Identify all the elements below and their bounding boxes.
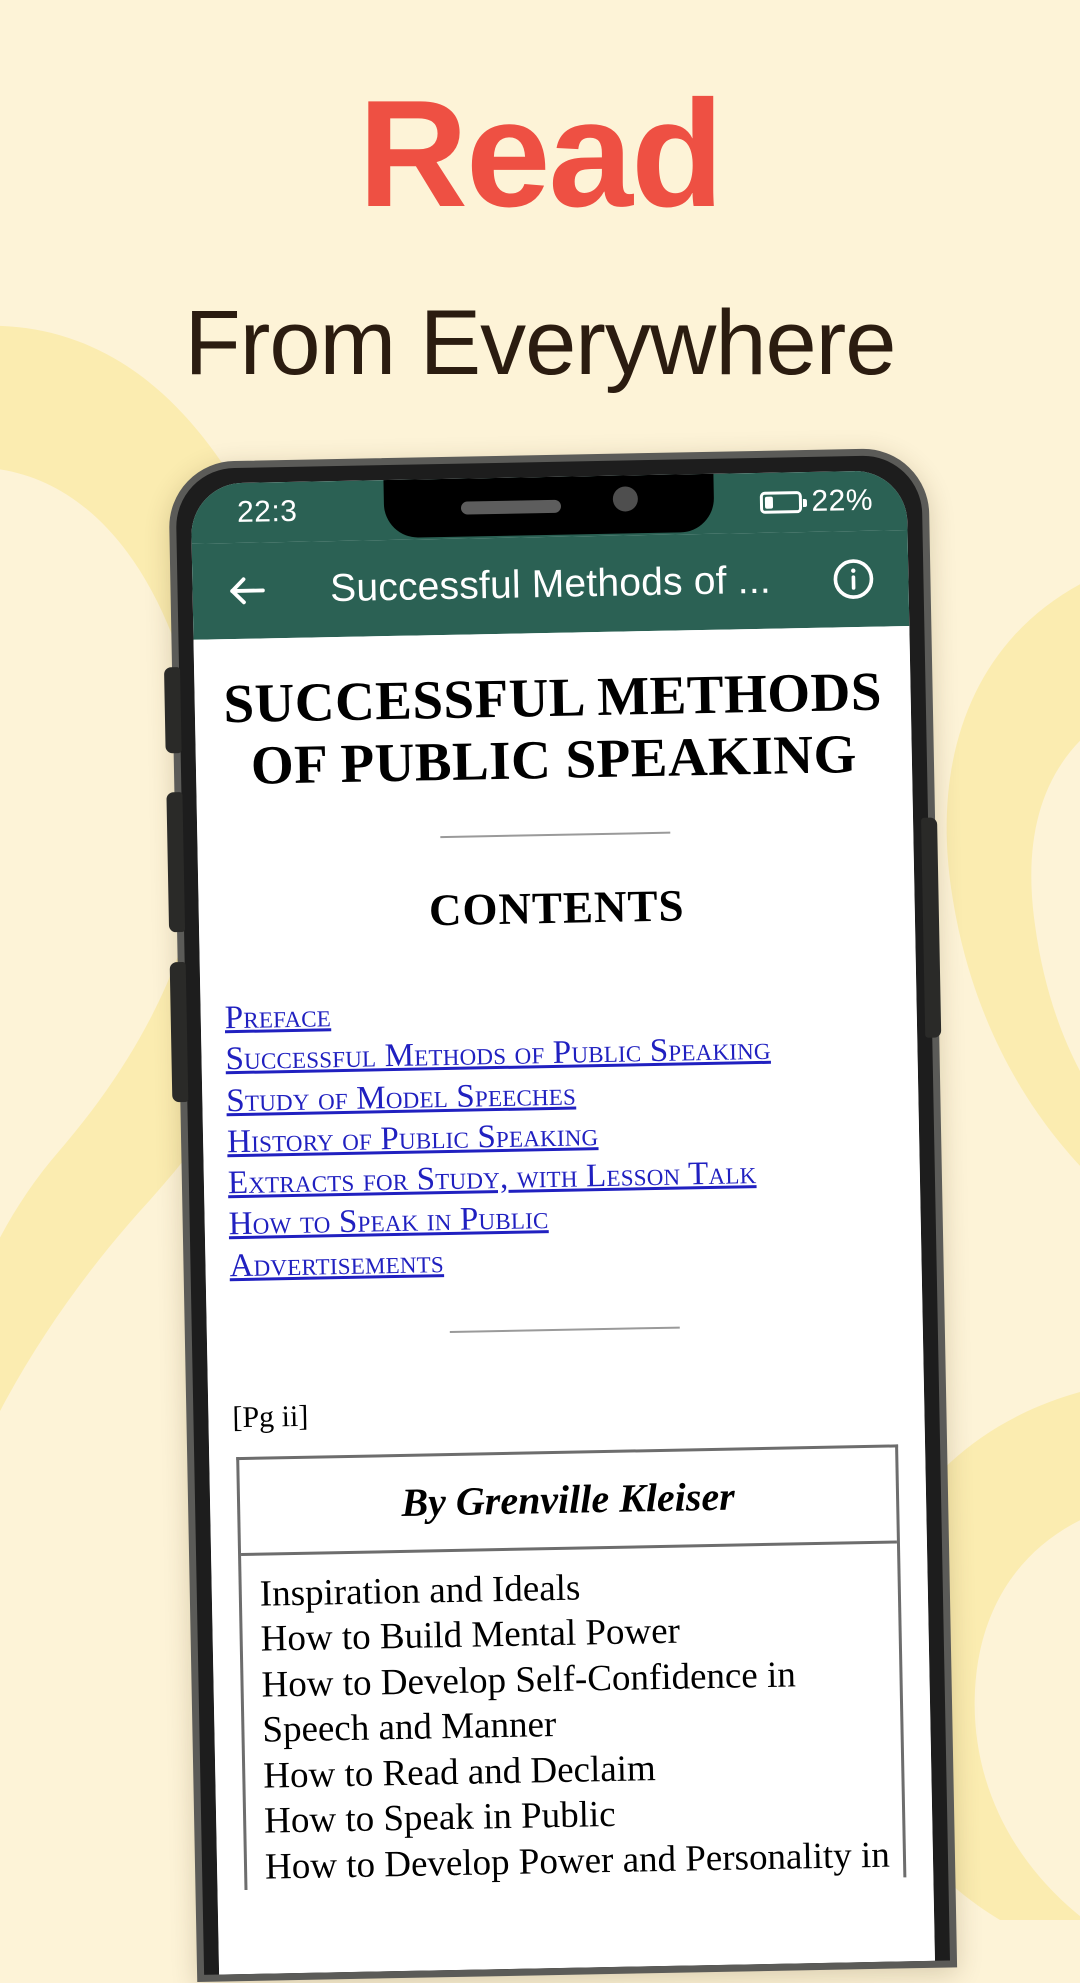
app-bar-title: Successful Methods of ...	[292, 558, 809, 612]
battery-icon	[760, 491, 802, 514]
page-marker: [Pg ii]	[232, 1388, 901, 1435]
phone-button-volume-down[interactable]	[170, 962, 189, 1102]
phone-notch	[383, 470, 715, 538]
phone-frame: 22:3 22%	[168, 448, 957, 1982]
table-of-contents: Preface Successful Methods of Public Spe…	[224, 986, 897, 1288]
app-bar: Successful Methods of ...	[192, 530, 910, 640]
book-list-table-body: Inspiration and Ideals How to Build Ment…	[241, 1543, 903, 1890]
phone-button-silent-switch[interactable]	[164, 667, 182, 753]
battery-fill	[765, 497, 773, 509]
promo-subheadline: From Everywhere	[0, 297, 1080, 389]
back-arrow-icon[interactable]	[220, 563, 275, 618]
phone-screen: 22:3 22%	[190, 470, 934, 1974]
phone-button-power[interactable]	[921, 818, 941, 1038]
status-bar-right-cluster: 22%	[760, 484, 879, 520]
status-bar-time: 22:3	[219, 495, 298, 530]
contents-heading: CONTENTS	[222, 876, 891, 941]
book-content[interactable]: SUCCESSFUL METHODS OF PUBLIC SPEAKING CO…	[193, 626, 934, 1974]
speaker-grille-icon	[460, 500, 560, 515]
list-item: How to Develop Self-Confidence in Speech…	[261, 1650, 901, 1753]
promo-headline: Read	[0, 78, 1080, 230]
phone-button-volume-up[interactable]	[166, 792, 185, 932]
battery-percent-label: 22%	[811, 484, 873, 519]
book-list-table: By Grenville Kleiser Inspiration and Ide…	[236, 1444, 906, 1890]
divider-rule-top	[440, 832, 670, 838]
info-circle-icon[interactable]	[826, 552, 881, 607]
divider-rule-bottom	[450, 1327, 680, 1333]
book-title: SUCCESSFUL METHODS OF PUBLIC SPEAKING	[218, 660, 888, 796]
front-camera-icon	[612, 486, 637, 511]
phone-mockup: 22:3 22%	[140, 447, 979, 1982]
book-list-table-header: By Grenville Kleiser	[239, 1447, 897, 1556]
